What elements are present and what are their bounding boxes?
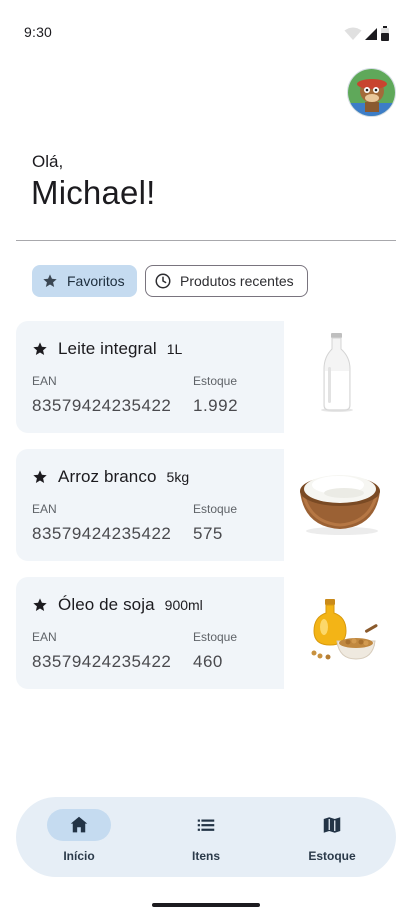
ean-label: EAN <box>32 374 57 388</box>
bottom-navigation: Início Itens Estoque <box>16 797 396 877</box>
avatar[interactable] <box>347 68 396 117</box>
product-image-rice <box>284 449 396 561</box>
divider <box>16 240 396 241</box>
nav-label: Início <box>63 849 95 863</box>
product-title-row: Arroz branco 5kg <box>32 467 189 487</box>
product-title-row: Óleo de soja 900ml <box>32 595 203 615</box>
nav-item-estoque[interactable]: Estoque <box>269 797 395 877</box>
map-icon <box>323 817 341 833</box>
ean-label: EAN <box>32 502 57 516</box>
nav-item-inicio[interactable]: Início <box>16 797 142 877</box>
star-icon[interactable] <box>32 469 48 485</box>
product-card[interactable]: Arroz branco 5kg EAN Estoque 83579424235… <box>16 449 284 561</box>
battery-icon <box>381 26 389 41</box>
nav-label: Estoque <box>308 849 356 863</box>
stock-value: 575 <box>193 524 223 543</box>
home-icon <box>70 816 88 833</box>
stock-value: 1.992 <box>193 396 239 415</box>
stock-label: Estoque <box>193 502 238 516</box>
star-icon <box>41 272 59 290</box>
status-icons <box>344 26 390 41</box>
chip-recent-products[interactable]: Produtos recentes <box>145 265 308 297</box>
chip-recent-label: Produtos recentes <box>180 273 294 289</box>
nav-active-indicator <box>47 809 111 841</box>
chip-favorites[interactable]: Favoritos <box>32 265 137 297</box>
star-icon[interactable] <box>32 341 48 357</box>
product-title-row: Leite integral 1L <box>32 339 182 359</box>
chip-favorites-label: Favoritos <box>67 273 125 289</box>
product-name: Óleo de soja <box>58 595 155 614</box>
ean-value: 83579424235422 <box>32 652 172 671</box>
home-indicator[interactable] <box>152 903 260 907</box>
nav-icon-container <box>300 809 364 841</box>
stock-value: 460 <box>193 652 223 671</box>
signal-icon <box>365 27 377 40</box>
stock-label: Estoque <box>193 630 238 644</box>
nav-icon-container <box>174 809 238 841</box>
greeting-name: Michael! <box>31 174 156 211</box>
product-card[interactable]: Leite integral 1L EAN Estoque 8357942423… <box>16 321 284 433</box>
product-size: 1L <box>166 341 183 357</box>
list-icon <box>197 819 215 831</box>
avatar-image <box>348 69 395 116</box>
nav-label: Itens <box>191 849 220 863</box>
clock-icon <box>154 272 172 290</box>
product-size: 900ml <box>164 597 203 613</box>
product-image-soy-oil <box>284 577 396 689</box>
ean-value: 83579424235422 <box>32 396 172 415</box>
star-icon[interactable] <box>32 597 48 613</box>
product-image-milk <box>284 321 396 433</box>
greeting-hello: Olá, <box>32 152 64 171</box>
wifi-icon <box>344 27 362 40</box>
nav-item-itens[interactable]: Itens <box>143 797 269 877</box>
product-card[interactable]: Óleo de soja 900ml EAN Estoque 835794242… <box>16 577 284 689</box>
product-name: Leite integral <box>58 339 157 358</box>
status-bar: 9:30 <box>0 0 412 64</box>
ean-value: 83579424235422 <box>32 524 172 543</box>
ean-label: EAN <box>32 630 57 644</box>
product-name: Arroz branco <box>58 467 157 486</box>
status-time: 9:30 <box>24 24 53 40</box>
stock-label: Estoque <box>193 374 238 388</box>
product-size: 5kg <box>166 469 190 485</box>
